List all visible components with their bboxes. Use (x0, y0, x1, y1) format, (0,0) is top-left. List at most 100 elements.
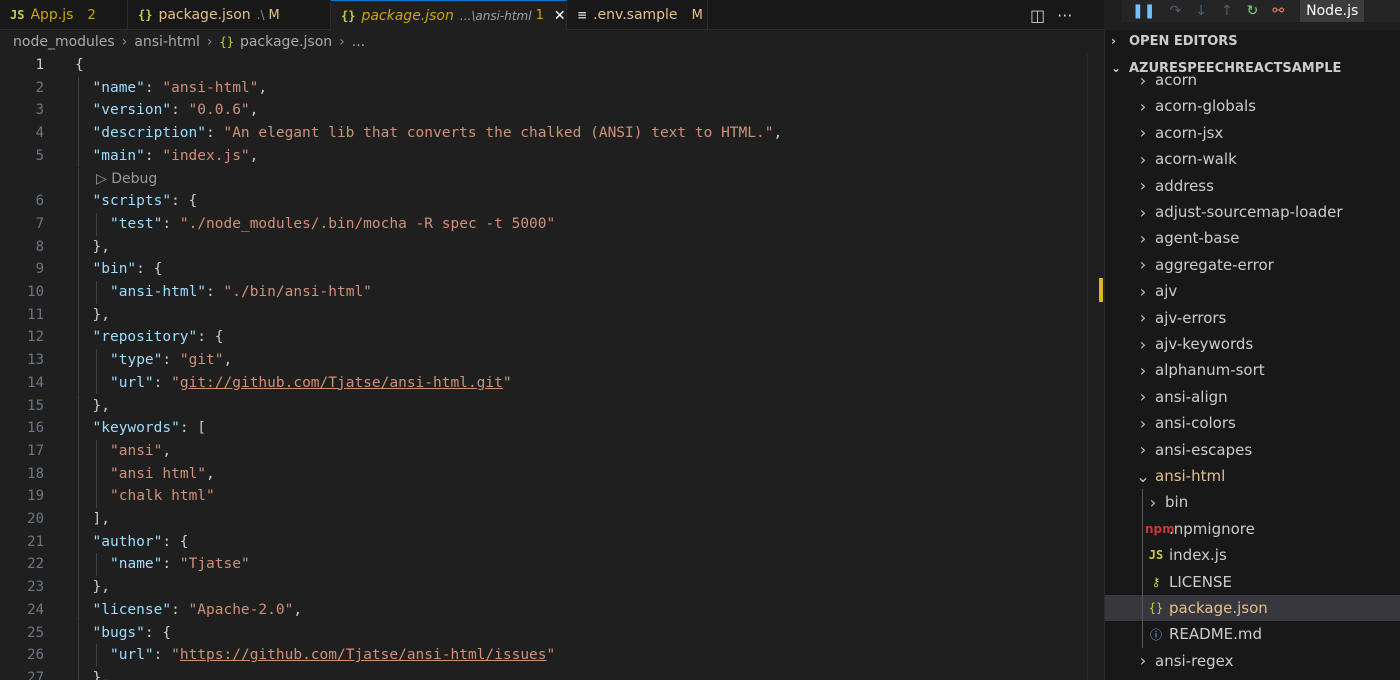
json-punctuation: : { (171, 193, 198, 210)
tree-item-ansi-escapes[interactable]: › ansi-escapes (1105, 437, 1400, 463)
tree-item-ajv-keywords[interactable]: › ajv-keywords (1105, 331, 1400, 357)
code-editor[interactable]: 1 {2 "name": "ansi-html", 3 "version": "0.0.… (0, 54, 1087, 680)
indent-guide (78, 530, 79, 554)
json-string: "index.js" (162, 147, 250, 164)
breadcrumb-item-ansi-html[interactable]: ansi-html (134, 34, 200, 50)
tree-item-license[interactable]: ⚷ LICENSE (1105, 569, 1400, 595)
tree-item-package-json[interactable]: {} package.json (1105, 595, 1400, 621)
indent-guide (78, 553, 79, 577)
pause-icon[interactable]: ❚❚ (1132, 3, 1155, 19)
json-punctuation: , (249, 147, 259, 164)
tree-item-acorn-globals[interactable]: › acorn-globals (1105, 93, 1400, 119)
json-file-icon: {} (219, 35, 234, 49)
chevron-right-icon: › (121, 34, 128, 50)
json-key: "name" (110, 556, 163, 573)
json-punctuation: : { (162, 533, 189, 550)
code-line-4: "description": "An elegant lib that conv… (93, 122, 783, 145)
code-line-11: }, (93, 304, 110, 327)
disconnect-icon[interactable]: ⚯ (1272, 3, 1284, 19)
chevron-right-icon: › (1139, 281, 1147, 301)
step-out-icon[interactable]: ↑ (1221, 3, 1233, 19)
code-line-26: "url": "https://github.com/Tjatse/ansi-h… (110, 644, 555, 667)
tree-item-adjust-sourcemap-loader[interactable]: › adjust-sourcemap-loader (1105, 199, 1400, 225)
split-editor-icon[interactable]: ◫ (1030, 6, 1045, 25)
tree-item-ansi-colors[interactable]: › ansi-colors (1105, 410, 1400, 436)
json-punctuation: : (144, 79, 163, 96)
chevron-right-icon: › (206, 34, 213, 50)
indent-guide (78, 326, 79, 350)
json-link[interactable]: git://github.com/Tjatse/ansi-html.git (180, 375, 503, 391)
json-string: "An elegant lib that converts the chalke… (223, 125, 774, 142)
tree-item-acorn[interactable]: › acorn (1105, 67, 1400, 93)
line-number: 9 (35, 261, 44, 278)
tree-item-label: agent-base (1155, 229, 1240, 248)
json-link[interactable]: https://github.com/Tjatse/ansi-html/issu… (180, 647, 547, 663)
json-punctuation: ], (92, 511, 110, 527)
javascript-file-icon: JS (1148, 548, 1164, 563)
json-key: "name" (92, 79, 145, 96)
tab-label: package.json (361, 7, 454, 24)
indent-guide (78, 235, 79, 259)
code-line-18: "ansi html", (110, 463, 215, 486)
chevron-right-icon: › (1139, 387, 1147, 407)
code-line-2: "name": "ansi-html", (93, 77, 268, 100)
tree-item-ansi-html[interactable]: ⌄ ansi-html (1105, 463, 1400, 489)
json-key: "license" (92, 601, 172, 618)
tree-item-ansi-regex[interactable]: › ansi-regex (1105, 648, 1400, 674)
tree-item-ansi-align[interactable]: › ansi-align (1105, 384, 1400, 410)
debug-code-lens[interactable]: ▷ Debug (96, 168, 157, 191)
tree-item-label: ajv (1155, 282, 1178, 301)
tree-item-ajv[interactable]: › ajv (1105, 278, 1400, 304)
tree-item-bin[interactable]: › bin (1105, 489, 1400, 515)
close-icon[interactable]: ✕ (554, 8, 566, 24)
line-number: 21 (27, 533, 44, 550)
json-punctuation: : (171, 102, 189, 119)
tree-item-label: aggregate-error (1155, 255, 1274, 274)
json-key: "bin" (92, 261, 137, 278)
breadcrumb-item-package-json[interactable]: package.json (240, 34, 332, 50)
tree-item-npmignore[interactable]: npm .npmignore (1105, 516, 1400, 542)
code-line-23: }, (93, 576, 110, 599)
open-editors-header[interactable]: › OPEN EDITORS (1105, 30, 1400, 52)
breadcrumb-item-node-modules[interactable]: node_modules (13, 34, 115, 50)
tab-package-json[interactable]: {} package.json ...\ansi-html 1 ✕ (331, 0, 567, 30)
tree-item-acorn-walk[interactable]: › acorn-walk (1105, 146, 1400, 172)
json-punctuation: : { (197, 329, 224, 346)
tab-label: package.json (158, 7, 251, 23)
line-number: 23 (27, 579, 44, 596)
tree-item-aggregate-error[interactable]: › aggregate-error (1105, 252, 1400, 278)
indent-guide (78, 621, 79, 645)
json-key: "type" (110, 352, 163, 369)
tree-item-label: .npmignore (1169, 519, 1255, 538)
tree-item-alphanum-sort[interactable]: › alphanum-sort (1105, 357, 1400, 383)
restart-icon[interactable]: ↻ (1247, 3, 1259, 19)
tree-item-acorn-jsx[interactable]: › acorn-jsx (1105, 120, 1400, 146)
tree-item-index-js[interactable]: JS index.js (1105, 542, 1400, 568)
tree-item-readme-md[interactable]: ⓘ README.md (1105, 621, 1400, 647)
chevron-right-icon: › (1139, 176, 1147, 196)
json-key: "test" (110, 215, 163, 232)
indent-guide (78, 122, 79, 145)
overview-ruler-warning-mark (1099, 278, 1103, 302)
json-key: "scripts" (92, 193, 172, 210)
chevron-right-icon: › (1139, 96, 1147, 116)
tab-package-json[interactable]: {} package.json .\ M (128, 0, 331, 30)
editor-scrollbar[interactable] (1087, 54, 1104, 680)
tree-item-ajv-errors[interactable]: › ajv-errors (1105, 305, 1400, 331)
step-over-icon[interactable]: ↷ (1169, 3, 1181, 19)
line-number: 5 (35, 147, 44, 164)
tree-item-address[interactable]: › address (1105, 173, 1400, 199)
more-actions-icon[interactable]: ··· (1057, 6, 1072, 25)
json-punctuation: : (206, 125, 224, 142)
line-number: 22 (27, 556, 44, 573)
json-string: "Tjatse" (179, 556, 250, 573)
breadcrumb-item-symbols[interactable]: ... (352, 34, 365, 50)
json-punctuation: : (162, 556, 180, 573)
debug-config-select[interactable]: Node.js (1300, 0, 1365, 22)
tab-env-sample[interactable]: ≡ .env.sample M (567, 0, 708, 30)
step-into-icon[interactable]: ↓ (1195, 3, 1207, 19)
tab-app-js[interactable]: JS App.js 2 (0, 0, 128, 30)
tree-item-agent-base[interactable]: › agent-base (1105, 225, 1400, 251)
code-line-8: }, (93, 236, 110, 259)
code-line-12: "repository": { (93, 326, 224, 349)
